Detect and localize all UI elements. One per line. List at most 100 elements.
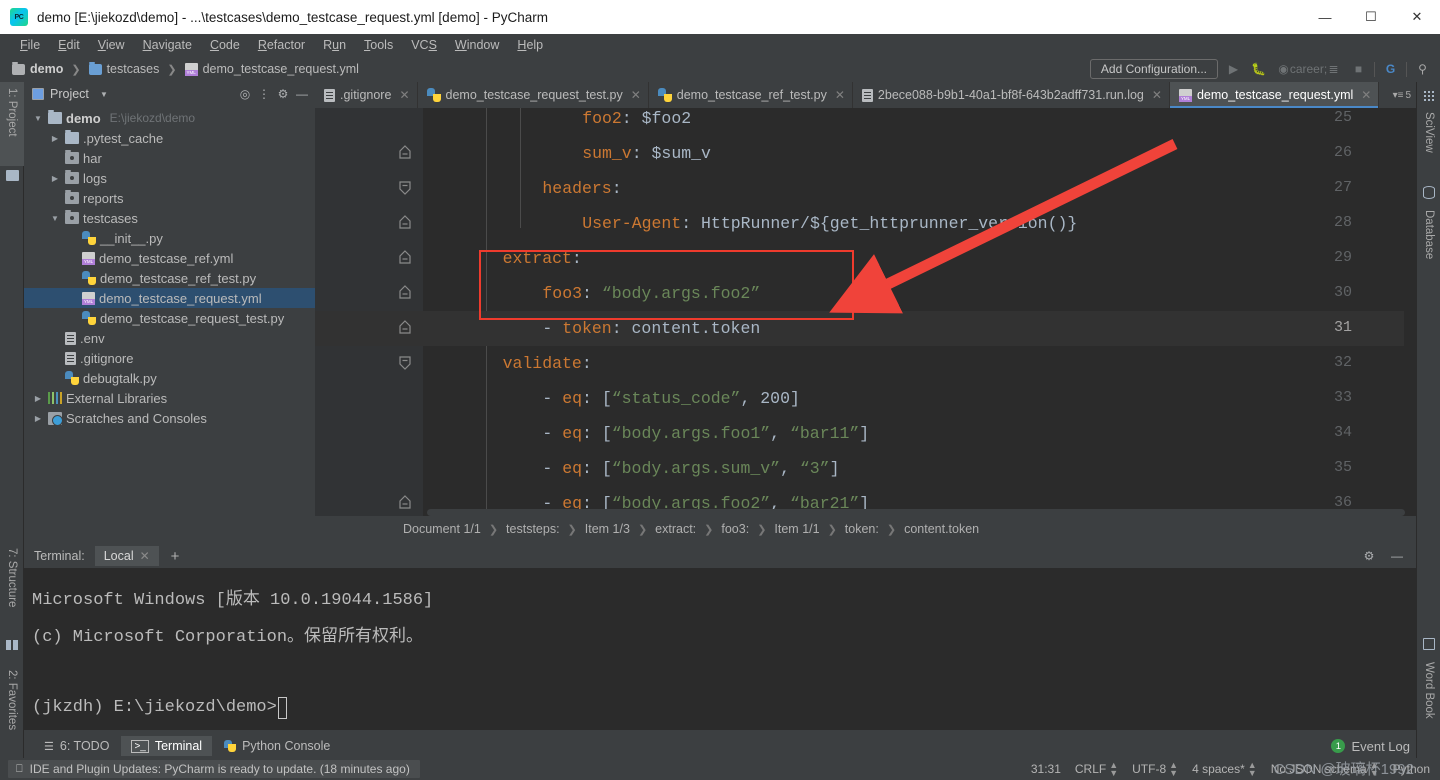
tree-item[interactable]: har [24,148,315,168]
chevron-down-icon[interactable]: ▼ [49,208,61,228]
locate-icon[interactable]: ◎ [236,85,254,103]
menu-refactor[interactable]: Refactor [250,36,313,54]
tree-item[interactable]: ▶ .pytest_cache [24,128,315,148]
chevron-right-icon[interactable]: ▶ [49,168,61,188]
breadcrumb-segment[interactable]: extract: [655,522,696,536]
menu-run[interactable]: Run [315,36,354,54]
tool-tab-todo[interactable]: ☰ 6: TODO [34,736,119,756]
tree-item[interactable]: reports [24,188,315,208]
tab-overflow-area[interactable]: ▾≡ 5 [1388,82,1416,108]
fold-marker-icon[interactable] [397,180,413,196]
close-icon[interactable]: ✕ [631,88,641,102]
close-icon[interactable]: ✕ [835,88,845,102]
menu-help[interactable]: Help [509,36,551,54]
indent-setting[interactable]: 4 spaces* ▲ ▼ [1192,761,1257,778]
tree-item[interactable]: demo_testcase_request.yml [24,288,315,308]
run-icon[interactable]: ▶ [1224,60,1243,79]
tree-item[interactable]: .gitignore [24,348,315,368]
sidebar-item-database[interactable]: Database [1417,204,1440,282]
line-separator[interactable]: CRLF ▲ ▼ [1075,761,1118,778]
menu-vcs[interactable]: VCS [403,36,445,54]
chevron-down-icon[interactable]: ▼ [32,108,44,128]
terminal-tab-local[interactable]: Local ✕ [94,546,159,566]
fold-marker-icon[interactable] [397,495,413,511]
event-log-label[interactable]: Event Log [1351,739,1410,754]
nav-crumb-file[interactable]: demo_testcase_request.yml [203,62,359,76]
code-line[interactable]: foo3: “body.args.foo2” [423,276,1416,311]
tree-item[interactable]: debugtalk.py [24,368,315,388]
chevron-right-icon[interactable]: ▶ [49,128,61,148]
breadcrumb-segment[interactable]: Item 1/3 [585,522,630,536]
breadcrumb-segment[interactable]: token: [845,522,879,536]
code-line[interactable]: - eq: [“body.args.sum_v”, “3”] [423,451,1416,486]
breadcrumb-segment[interactable]: content.token [904,522,979,536]
hide-icon[interactable]: — [293,85,311,103]
tree-item[interactable]: demo_testcase_request_test.py [24,308,315,328]
fold-marker-icon[interactable] [397,355,413,371]
breadcrumb-segment[interactable]: foo3: [721,522,749,536]
close-icon[interactable]: ✕ [1361,88,1371,102]
chevron-right-icon[interactable]: ▶ [32,388,44,408]
hide-icon[interactable]: — [1388,547,1406,565]
tree-item[interactable]: demo_testcase_ref_test.py [24,268,315,288]
add-configuration-button[interactable]: Add Configuration... [1089,59,1218,79]
collapse-all-icon[interactable]: ⋮ [255,85,273,103]
code-line[interactable]: validate: [423,346,1416,381]
caret-position[interactable]: 31:31 [1031,762,1061,776]
tree-item[interactable]: ▶ logs [24,168,315,188]
translate-icon[interactable]: G [1381,60,1400,79]
close-icon[interactable]: ✕ [399,88,409,102]
sidebar-item-project[interactable]: 1: Project [0,82,24,166]
search-icon[interactable]: ⚲ [1413,60,1432,79]
menu-tools[interactable]: Tools [356,36,401,54]
debug-icon[interactable]: 🐛 [1249,60,1268,79]
editor-tab-bar[interactable]: .gitignore ✕ demo_testcase_request_test.py… [315,82,1416,108]
tool-tab-terminal[interactable]: >_ Terminal [121,736,213,756]
terminal-output[interactable]: Microsoft Windows [版本 10.0.19044.1586] (c… [24,568,1416,726]
new-terminal-button[interactable]: + [159,548,192,565]
editor-breadcrumb[interactable]: Document 1/1 ❯ teststeps: ❯ Item 1/3 ❯ extract… [315,516,1416,542]
menu-code[interactable]: Code [202,36,248,54]
code-line[interactable]: foo2: $foo2 [423,108,1416,136]
breadcrumb-segment[interactable]: teststeps: [506,522,560,536]
tree-item[interactable]: ▼ testcases [24,208,315,228]
code-line[interactable]: - token: content.token [423,311,1416,346]
minimize-button[interactable]: — [1302,0,1348,34]
sidebar-item-word-book[interactable]: Word Book [1417,656,1440,742]
code-editor[interactable]: 25 foo2: $foo2 26 sum_v: $sum_v 27 headers:28… [315,108,1416,516]
file-encoding[interactable]: UTF-8 ▲ ▼ [1132,761,1178,778]
menu-file[interactable]: File [12,36,48,54]
fold-marker-icon[interactable] [397,145,413,161]
breadcrumb-segment[interactable]: Item 1/1 [774,522,819,536]
code-line[interactable]: User-Agent: HttpRunner/${get_httprunner_… [423,206,1416,241]
sidebar-item-sciview[interactable]: SciView [1417,106,1440,176]
code-line[interactable]: - eq: [“body.args.foo1”, “bar11”] [423,416,1416,451]
chevron-down-icon[interactable]: ▼ [95,85,113,103]
nav-crumb-testcases[interactable]: testcases [107,62,160,76]
breadcrumb-segment[interactable]: Document 1/1 [403,522,481,536]
fold-marker-icon[interactable] [397,320,413,336]
code-line[interactable]: headers: [423,171,1416,206]
editor-horizontal-scrollbar[interactable] [427,509,1405,516]
marker-lane[interactable] [1404,108,1416,516]
profile-icon[interactable]: career; [1290,60,1327,79]
menu-edit[interactable]: Edit [50,36,88,54]
code-line[interactable]: - eq: [“status_code”, 200] [423,381,1416,416]
stop-icon[interactable]: ■ [1349,60,1368,79]
tree-item[interactable]: ▶ External Libraries [24,388,315,408]
sidebar-item-structure[interactable]: 7: Structure [0,542,24,634]
maximize-button[interactable]: ☐ [1348,0,1394,34]
editor-tab[interactable]: demo_testcase_request_test.py ✕ [418,82,649,108]
gear-icon[interactable]: ⚙ [1360,547,1378,565]
menu-window[interactable]: Window [447,36,507,54]
tree-item[interactable]: ▶ Scratches and Consoles [24,408,315,428]
editor-tab[interactable]: .gitignore ✕ [315,82,418,108]
tool-tab-python-console[interactable]: Python Console [214,736,340,756]
menu-view[interactable]: View [90,36,133,54]
project-tree[interactable]: ▼ demo E:\jiekozd\demo ▶ .pytest_cache har ▶ lo… [24,106,315,428]
run-with-console-icon[interactable]: ≣ [1324,60,1343,79]
tree-item[interactable]: ▼ demo E:\jiekozd\demo [24,108,315,128]
fold-marker-icon[interactable] [397,285,413,301]
code-line[interactable]: sum_v: $sum_v [423,136,1416,171]
fold-marker-icon[interactable] [397,215,413,231]
